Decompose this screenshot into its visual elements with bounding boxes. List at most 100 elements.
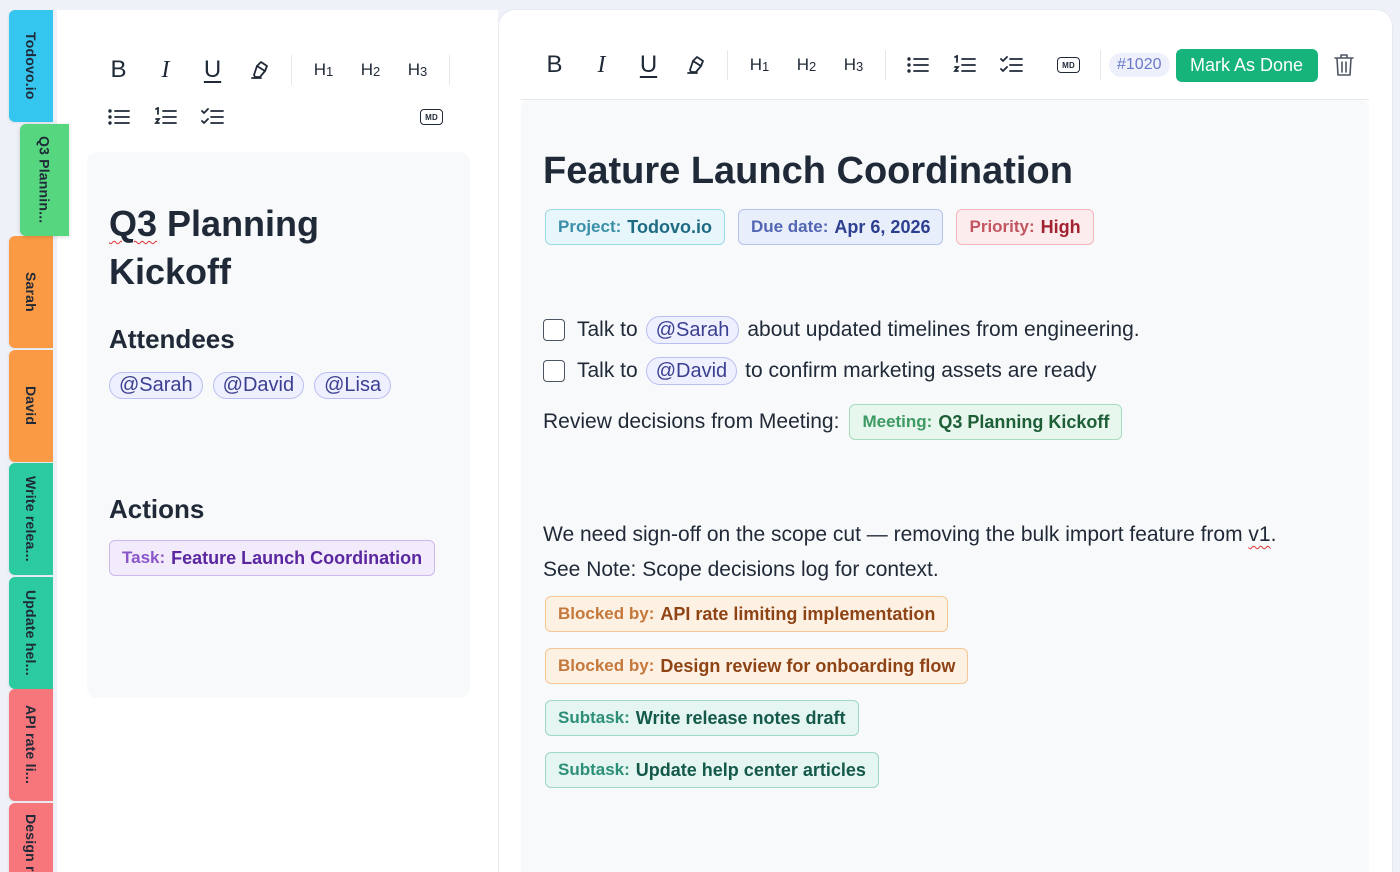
mark-as-done-button[interactable]: Mark As Done — [1175, 48, 1318, 82]
paragraph: We need sign-off on the scope cut — remo… — [543, 523, 1277, 546]
checklist-icon — [999, 56, 1023, 72]
todo-text: Talk to — [577, 359, 638, 382]
todo-text: Talk to — [577, 318, 638, 341]
blocked-by-chip[interactable]: Blocked by: Design review for onboarding … — [545, 648, 969, 684]
mention-chip[interactable]: @Sarah — [645, 316, 740, 344]
numbered-list-button[interactable] — [142, 99, 189, 135]
todo-checkbox[interactable] — [543, 319, 565, 341]
meeting-note-panel: B I U H1 H2 H3 MD Q3 Planning Kickoff At… — [57, 10, 498, 872]
tab-item[interactable]: Write relea... — [9, 463, 53, 575]
todo-checkbox[interactable] — [543, 360, 565, 382]
tab-label: Todovo.io — [23, 32, 39, 100]
tab-label: Design r — [23, 814, 39, 872]
toolbar-divider — [727, 50, 728, 80]
actions-heading: Actions — [109, 494, 205, 524]
checklist-button[interactable] — [988, 47, 1035, 83]
tab-item[interactable]: Q3 Plannin... — [20, 124, 69, 236]
ticket-number-badge: #1020 — [1109, 53, 1170, 77]
toolbar-divider — [291, 55, 292, 85]
related-links: Blocked by: API rate limiting implementat… — [545, 596, 969, 804]
right-toolbar: B I U H1 H2 H3 MD #1020 Mark As Done — [531, 47, 1356, 83]
markdown-button[interactable]: MD — [1045, 47, 1092, 83]
tab-item[interactable]: Design r — [9, 803, 53, 872]
bold-button[interactable]: B — [95, 52, 142, 88]
attendee-mention[interactable]: @Lisa — [314, 372, 392, 399]
meta-chip[interactable]: Due date: Apr 6, 2026 — [737, 209, 944, 245]
italic-icon: I — [161, 57, 170, 83]
tab-label: Write relea... — [23, 476, 39, 562]
heading-1-icon: H1 — [749, 55, 770, 74]
subtask-chip[interactable]: Subtask: Write release notes draft — [545, 700, 859, 736]
heading-1-icon: H1 — [313, 60, 334, 79]
heading-2-button[interactable]: H2 — [783, 47, 830, 83]
heading-1-button[interactable]: H1 — [736, 47, 783, 83]
numbered-list-button[interactable] — [941, 47, 988, 83]
bullet-list-button[interactable] — [894, 47, 941, 83]
review-text: Review decisions from Meeting: — [543, 410, 840, 433]
paragraph: See Note: Scope decisions log for contex… — [543, 558, 939, 581]
mention-chip[interactable]: @David — [645, 357, 738, 385]
italic-button[interactable]: I — [142, 52, 189, 88]
underline-icon: U — [639, 51, 658, 78]
bullet-list-button[interactable] — [95, 99, 142, 135]
underline-icon: U — [203, 56, 222, 83]
toolbar-divider — [1100, 50, 1101, 80]
task-detail-panel: B I U H1 H2 H3 MD #1020 Mark As Done Fea… — [499, 10, 1392, 872]
meta-chip[interactable]: Priority: High — [956, 209, 1094, 245]
highlighter-icon — [250, 61, 268, 79]
page-title: Q3 Planning Kickoff — [109, 203, 320, 292]
tab-item[interactable]: API rate li... — [9, 689, 53, 801]
heading-3-icon: H3 — [843, 55, 864, 74]
action-list: Task: Feature Launch Coordination — [109, 540, 436, 576]
tab-label: David — [23, 386, 39, 426]
review-line: Review decisions from Meeting: Meeting: Q… — [543, 404, 1123, 440]
underline-button[interactable]: U — [189, 52, 236, 88]
meta-chip[interactable]: Project: Todovo.io — [545, 209, 725, 245]
italic-button[interactable]: I — [578, 47, 625, 83]
heading-2-icon: H2 — [360, 60, 381, 79]
todo-item: Talk to @Sarah about updated timelines f… — [543, 316, 1140, 344]
delete-button[interactable] — [1332, 51, 1356, 79]
task-meta: Project: Todovo.io Due date: Apr 6, 2026 Pri… — [545, 209, 1094, 245]
task-link-chip[interactable]: Task: Feature Launch Coordination — [109, 540, 436, 576]
trash-icon — [1333, 54, 1354, 76]
heading-3-icon: H3 — [407, 60, 428, 79]
checklist-button[interactable] — [189, 99, 236, 135]
tab-item[interactable]: Sarah — [9, 236, 53, 348]
highlight-button[interactable] — [672, 47, 719, 83]
blocked-by-chip[interactable]: Blocked by: API rate limiting implementat… — [545, 596, 949, 632]
highlighter-icon — [686, 56, 704, 74]
tab-label: Q3 Plannin... — [36, 136, 53, 224]
todo-item: Talk to @David to confirm marketing asse… — [543, 357, 1096, 385]
markdown-button[interactable]: MD — [408, 99, 455, 135]
subtask-chip[interactable]: Subtask: Update help center articles — [545, 752, 879, 788]
attendee-mention[interactable]: @David — [212, 372, 305, 399]
markdown-icon: MD — [1057, 57, 1080, 73]
task-title: Feature Launch Coordination — [543, 150, 1073, 192]
tab-item[interactable]: Update hel... — [9, 577, 53, 689]
left-toolbar-row-2: MD — [95, 99, 455, 135]
attendee-list: @Sarah @David @Lisa — [109, 372, 392, 399]
heading-2-button[interactable]: H2 — [347, 52, 394, 88]
todo-text: about updated timelines from engineering… — [747, 318, 1140, 341]
tab-label: Sarah — [23, 272, 39, 312]
bold-button[interactable]: B — [531, 47, 578, 83]
task-body[interactable]: Feature Launch Coordination Project: Todo… — [521, 100, 1369, 872]
checklist-icon — [200, 108, 224, 124]
tab-item[interactable]: Todovo.io — [9, 10, 53, 122]
heading-3-button[interactable]: H3 — [830, 47, 877, 83]
attendees-heading: Attendees — [109, 324, 235, 354]
meeting-note-body[interactable]: Q3 Planning Kickoff Attendees @Sarah @Dav… — [87, 152, 470, 698]
italic-icon: I — [597, 52, 606, 78]
meeting-link-chip[interactable]: Meeting: Q3 Planning Kickoff — [849, 404, 1123, 440]
heading-1-button[interactable]: H1 — [300, 52, 347, 88]
numbered-list-icon — [153, 107, 177, 124]
underline-button[interactable]: U — [625, 47, 672, 83]
tab-item[interactable]: David — [9, 350, 53, 462]
attendee-mention[interactable]: @Sarah — [109, 372, 203, 399]
tab-label: Update hel... — [23, 590, 39, 676]
heading-3-button[interactable]: H3 — [394, 52, 441, 88]
highlight-button[interactable] — [236, 52, 283, 88]
heading-2-icon: H2 — [796, 55, 817, 74]
bold-icon: B — [546, 51, 563, 78]
